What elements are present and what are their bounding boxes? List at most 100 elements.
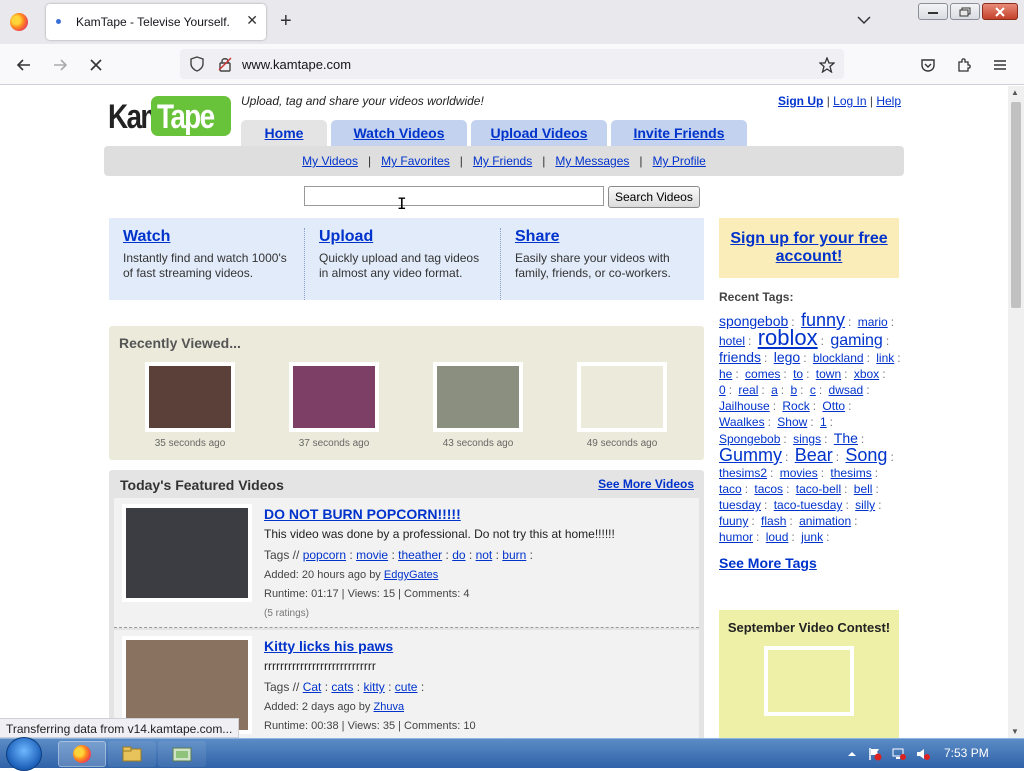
recent-video-item[interactable]: 49 seconds ago [577, 362, 667, 449]
tag-link[interactable]: xbox [854, 367, 879, 381]
scroll-up-icon[interactable]: ▲ [1011, 88, 1019, 97]
see-more-tags-link[interactable]: See More Tags [719, 555, 817, 571]
tag-link[interactable]: thesims2 [719, 466, 767, 480]
tab-home-label[interactable]: Home [265, 125, 304, 141]
promo-share-link[interactable]: Share [515, 228, 559, 245]
my-friends-link[interactable]: My Friends [473, 154, 532, 168]
video-tag[interactable]: cute [395, 680, 418, 694]
tab-invite-friends[interactable]: Invite Friends [611, 120, 747, 146]
tag-link[interactable]: fuuny [719, 514, 748, 528]
tag-link[interactable]: gaming [830, 332, 882, 349]
my-favorites-link[interactable]: My Favorites [381, 154, 450, 168]
menu-icon[interactable] [991, 56, 1009, 74]
tag-link[interactable]: junk [801, 530, 823, 544]
tag-link[interactable]: town [816, 367, 841, 381]
close-window-button[interactable] [982, 3, 1018, 20]
sign-up-link[interactable]: Sign Up [778, 94, 823, 108]
kamtape-logo[interactable]: Kam Tape [108, 96, 232, 140]
search-videos-button[interactable]: Search Videos [608, 186, 700, 208]
tag-link[interactable]: mario [858, 315, 888, 329]
chevron-down-icon[interactable] [856, 12, 872, 28]
video-thumbnail[interactable] [581, 366, 663, 428]
tag-link[interactable]: Rock [782, 399, 809, 413]
tab-upload-videos-label[interactable]: Upload Videos [491, 125, 588, 141]
tag-link[interactable]: Show [777, 415, 807, 429]
video-title-link[interactable]: DO NOT BURN POPCORN!!!!! [264, 506, 461, 522]
tag-link[interactable]: to [793, 367, 803, 381]
tag-link[interactable]: b [790, 383, 797, 397]
recent-video-item[interactable]: 37 seconds ago [289, 362, 379, 449]
page-scrollbar[interactable]: ▲ ▼ [1008, 86, 1024, 738]
start-button[interactable] [6, 737, 42, 771]
url-text[interactable]: www.kamtape.com [242, 57, 351, 72]
tag-link[interactable]: taco-tuesday [774, 498, 843, 512]
show-hidden-icons-icon[interactable] [845, 747, 859, 761]
tab-close-icon[interactable]: ✕ [246, 12, 258, 29]
tag-link[interactable]: sings [793, 432, 821, 446]
url-bar[interactable]: www.kamtape.com [180, 49, 844, 79]
taskbar-clock[interactable]: 7:53 PM [944, 746, 989, 760]
restore-button[interactable] [950, 3, 980, 20]
video-tag[interactable]: do [452, 548, 465, 562]
pocket-icon[interactable] [919, 56, 937, 74]
tag-link[interactable]: silly [855, 498, 875, 512]
firefox-icon[interactable] [10, 13, 28, 31]
scroll-down-icon[interactable]: ▼ [1011, 727, 1019, 736]
tag-link[interactable]: humor [719, 530, 753, 544]
tag-link[interactable]: 0 [719, 383, 726, 397]
tag-link[interactable]: 1 [820, 415, 827, 429]
video-thumbnail-frame[interactable] [122, 504, 252, 602]
log-in-link[interactable]: Log In [833, 94, 866, 108]
tag-link[interactable]: Song [845, 445, 887, 465]
tag-link[interactable]: flash [761, 514, 786, 528]
video-tag[interactable]: burn [502, 548, 526, 562]
my-messages-link[interactable]: My Messages [555, 154, 629, 168]
tag-link[interactable]: movies [780, 466, 818, 480]
tab-watch-videos[interactable]: Watch Videos [331, 120, 467, 146]
video-title-link[interactable]: Kitty licks his paws [264, 638, 393, 654]
tag-link[interactable]: roblox [758, 325, 818, 350]
search-input[interactable] [304, 186, 604, 206]
insecure-lock-icon[interactable] [216, 55, 234, 73]
video-thumbnail[interactable] [437, 366, 519, 428]
tag-link[interactable]: he [719, 367, 732, 381]
tag-link[interactable]: Jailhouse [719, 399, 770, 413]
tag-link[interactable]: tacos [754, 482, 783, 496]
my-profile-link[interactable]: My Profile [653, 154, 706, 168]
video-thumbnail[interactable] [126, 508, 248, 598]
video-tag[interactable]: movie [356, 548, 388, 562]
browser-tab[interactable]: KamTape - Televise Yourself. ✕ [46, 4, 266, 40]
tag-link[interactable]: friends [719, 349, 761, 365]
video-tag[interactable]: popcorn [303, 548, 346, 562]
tag-link[interactable]: Gummy [719, 445, 782, 465]
signup-box-link[interactable]: Sign up for your free account! [729, 230, 889, 266]
tag-link[interactable]: link [876, 351, 894, 365]
tag-link[interactable]: Spongebob [719, 432, 780, 446]
video-thumbnail[interactable] [126, 640, 248, 730]
video-tag[interactable]: kitty [363, 680, 384, 694]
new-tab-button[interactable]: + [280, 10, 292, 32]
video-thumbnail[interactable] [149, 366, 231, 428]
tag-link[interactable]: tuesday [719, 498, 761, 512]
tag-link[interactable]: animation [799, 514, 851, 528]
tag-link[interactable]: Bear [795, 445, 833, 465]
extensions-icon[interactable] [955, 56, 973, 74]
tag-link[interactable]: The [834, 430, 858, 446]
video-author-link[interactable]: EdgyGates [384, 569, 438, 581]
tag-link[interactable]: comes [745, 367, 780, 381]
tag-link[interactable]: blockland [813, 351, 864, 365]
video-author-link[interactable]: Zhuva [373, 701, 404, 713]
promo-watch-link[interactable]: Watch [123, 228, 170, 245]
tag-link[interactable]: taco [719, 482, 742, 496]
contest-image[interactable] [764, 646, 854, 716]
video-tag[interactable]: theather [398, 548, 442, 562]
recent-video-item[interactable]: 35 seconds ago [145, 362, 235, 449]
minimize-button[interactable] [918, 3, 948, 20]
stop-icon[interactable] [87, 56, 105, 74]
tag-link[interactable]: hotel [719, 334, 745, 348]
video-tag[interactable]: Cat [303, 680, 322, 694]
tag-link[interactable]: Otto [822, 399, 845, 413]
tag-link[interactable]: a [771, 383, 778, 397]
scrollbar-thumb[interactable] [1011, 102, 1021, 308]
network-icon[interactable] [892, 747, 906, 761]
